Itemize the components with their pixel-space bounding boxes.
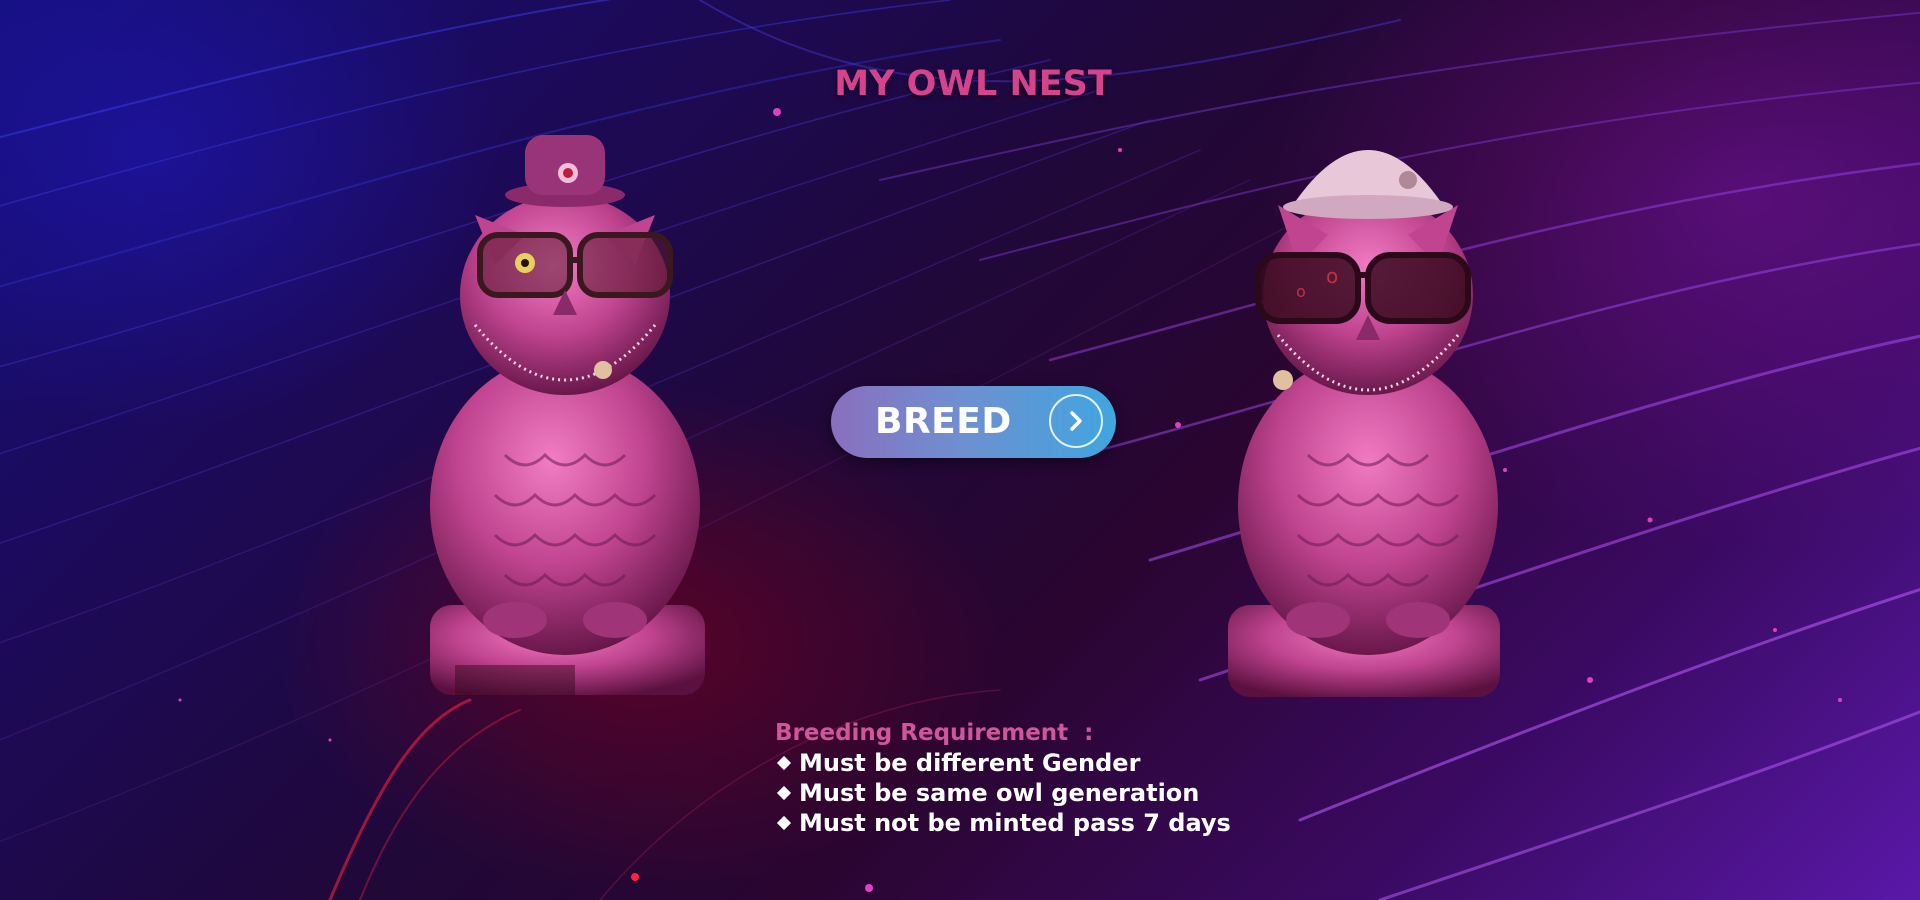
svg-text:o: o xyxy=(1296,282,1306,301)
requirements-list: Must be different Gender Must be same ow… xyxy=(775,748,1295,838)
chevron-right-icon-glyph xyxy=(1070,411,1082,431)
diamond-bullet-icon xyxy=(776,815,792,831)
requirements-heading: Breeding Requirement : xyxy=(775,720,1094,746)
requirement-item: Must not be minted pass 7 days xyxy=(775,808,1295,838)
svg-text:o: o xyxy=(1326,264,1338,288)
chevron-right-icon xyxy=(1049,394,1103,448)
breed-button-label: BREED xyxy=(875,401,1012,442)
requirement-text: Must not be minted pass 7 days xyxy=(799,809,1231,837)
diamond-bullet-icon xyxy=(776,785,792,801)
owl-nest-page: MY OWL NEST o o BREED Breeding Requireme… xyxy=(0,0,1920,900)
diamond-bullet-icon xyxy=(776,755,792,771)
requirement-item: Must be different Gender xyxy=(775,748,1295,778)
requirement-text: Must be different Gender xyxy=(799,749,1141,777)
page-title: MY OWL NEST xyxy=(834,64,1112,104)
page-title-wrap: MY OWL NEST xyxy=(760,64,1186,104)
requirement-text: Must be same owl generation xyxy=(799,779,1200,807)
requirement-item: Must be same owl generation xyxy=(775,778,1295,808)
breed-button[interactable]: BREED xyxy=(831,386,1116,458)
breeding-requirements: Breeding Requirement : Must be different… xyxy=(775,718,1295,838)
owl-left-image xyxy=(430,135,705,695)
owl-right-image: o o xyxy=(1228,150,1500,697)
